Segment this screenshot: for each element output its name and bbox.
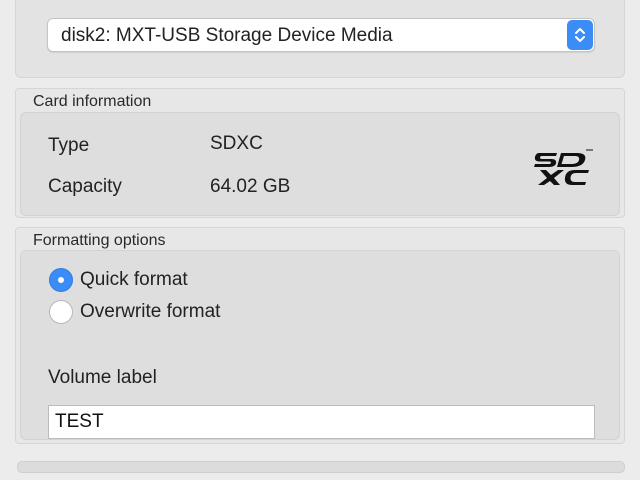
quick-format-label: Quick format (80, 269, 188, 290)
type-label: Type (48, 135, 90, 156)
formatting-options-group: Formatting options Quick format Overwrit… (15, 227, 625, 444)
quick-format-option[interactable]: Quick format (49, 266, 188, 294)
volume-label-caption: Volume label (48, 367, 157, 388)
card-information-title: Card information (33, 93, 152, 110)
capacity-value: 64.02 GB (210, 176, 291, 197)
formatting-options-box: Quick format Overwrite format Volume lab… (20, 250, 620, 440)
type-value: SDXC (210, 133, 263, 154)
capacity-label: Capacity (48, 176, 122, 197)
card-information-group: Card information Type SDXC Capacity 64.0… (15, 88, 625, 218)
sd-formatter-window: disk2: MXT-USB Storage Device Media Card… (0, 0, 640, 480)
device-panel: disk2: MXT-USB Storage Device Media (15, 0, 625, 78)
volume-label-input[interactable] (48, 405, 595, 439)
bottom-panel (17, 461, 625, 473)
overwrite-format-radio[interactable] (49, 300, 73, 324)
overwrite-format-option[interactable]: Overwrite format (49, 298, 220, 326)
device-select[interactable]: disk2: MXT-USB Storage Device Media (47, 18, 595, 52)
sdxc-logo-icon (534, 149, 593, 185)
chevron-up-down-icon[interactable] (567, 20, 593, 50)
overwrite-format-label: Overwrite format (80, 301, 221, 322)
card-information-box: Type SDXC Capacity 64.02 GB (20, 112, 620, 216)
formatting-options-title: Formatting options (33, 232, 166, 249)
quick-format-radio[interactable] (49, 268, 73, 292)
device-select-value: disk2: MXT-USB Storage Device Media (61, 25, 393, 46)
